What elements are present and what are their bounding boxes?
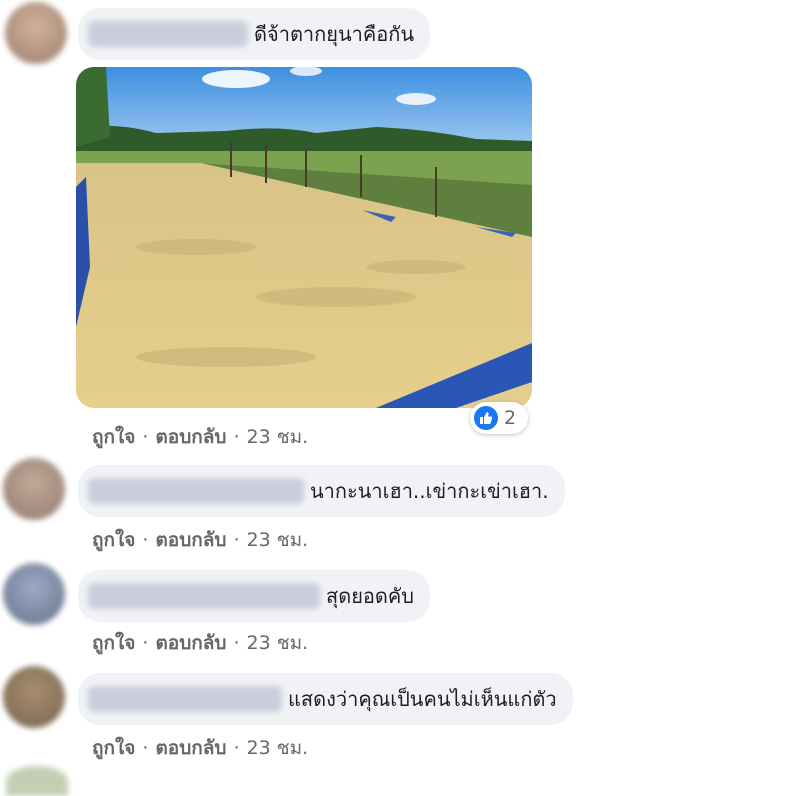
- comment-actions: ถูกใจ · ตอบกลับ · 23 ชม.: [92, 529, 309, 551]
- comment-photo[interactable]: [76, 67, 532, 408]
- commenter-avatar[interactable]: [3, 563, 65, 625]
- comment-bubble: ดีจ้าตากยุนาคือกัน: [78, 8, 431, 60]
- reply-link[interactable]: ตอบกลับ: [155, 737, 226, 759]
- reply-link[interactable]: ตอบกลับ: [155, 529, 226, 551]
- rice-drying-photo: [76, 67, 532, 408]
- reply-link[interactable]: ตอบกลับ: [155, 632, 226, 654]
- comment-bubble: แสดงว่าคุณเป็นคนไม่เห็นแก่ตัว: [78, 673, 573, 725]
- like-link[interactable]: ถูกใจ: [92, 529, 135, 551]
- comment-actions: ถูกใจ · ตอบกลับ · 23 ชม.: [92, 737, 309, 759]
- comment-text: ดีจ้าตากยุนาคือกัน: [254, 22, 415, 46]
- comment-bubble: นากะนาเฮา..เข่ากะเข่าเฮา.: [78, 465, 565, 517]
- commenter-avatar[interactable]: [3, 666, 65, 728]
- commenter-name[interactable]: [88, 583, 320, 609]
- commenter-name[interactable]: [88, 686, 282, 712]
- reply-link[interactable]: ตอบกลับ: [155, 426, 226, 448]
- commenter-avatar[interactable]: [6, 766, 68, 796]
- timestamp[interactable]: 23 ชม.: [247, 426, 309, 448]
- commenter-avatar[interactable]: [3, 458, 65, 520]
- like-link[interactable]: ถูกใจ: [92, 737, 135, 759]
- commenter-name[interactable]: [88, 21, 248, 47]
- timestamp[interactable]: 23 ชม.: [247, 632, 309, 654]
- comment-text: นากะนาเฮา..เข่ากะเข่าเฮา.: [310, 479, 549, 503]
- comment-text: แสดงว่าคุณเป็นคนไม่เห็นแก่ตัว: [288, 687, 557, 711]
- reaction-count: 2: [504, 407, 517, 429]
- comment-text: สุดยอดคับ: [326, 584, 414, 608]
- timestamp[interactable]: 23 ชม.: [247, 529, 309, 551]
- comment-actions: ถูกใจ · ตอบกลับ · 23 ชม.: [92, 632, 309, 654]
- comment-actions: ถูกใจ · ตอบกลับ · 23 ชม.: [92, 426, 309, 448]
- like-link[interactable]: ถูกใจ: [92, 632, 135, 654]
- like-link[interactable]: ถูกใจ: [92, 426, 135, 448]
- comment-bubble: สุดยอดคับ: [78, 570, 430, 622]
- commenter-name[interactable]: [88, 478, 304, 504]
- thumbs-up-icon: [474, 406, 498, 430]
- reaction-summary[interactable]: 2: [470, 402, 528, 434]
- commenter-avatar[interactable]: [5, 2, 67, 64]
- timestamp[interactable]: 23 ชม.: [247, 737, 309, 759]
